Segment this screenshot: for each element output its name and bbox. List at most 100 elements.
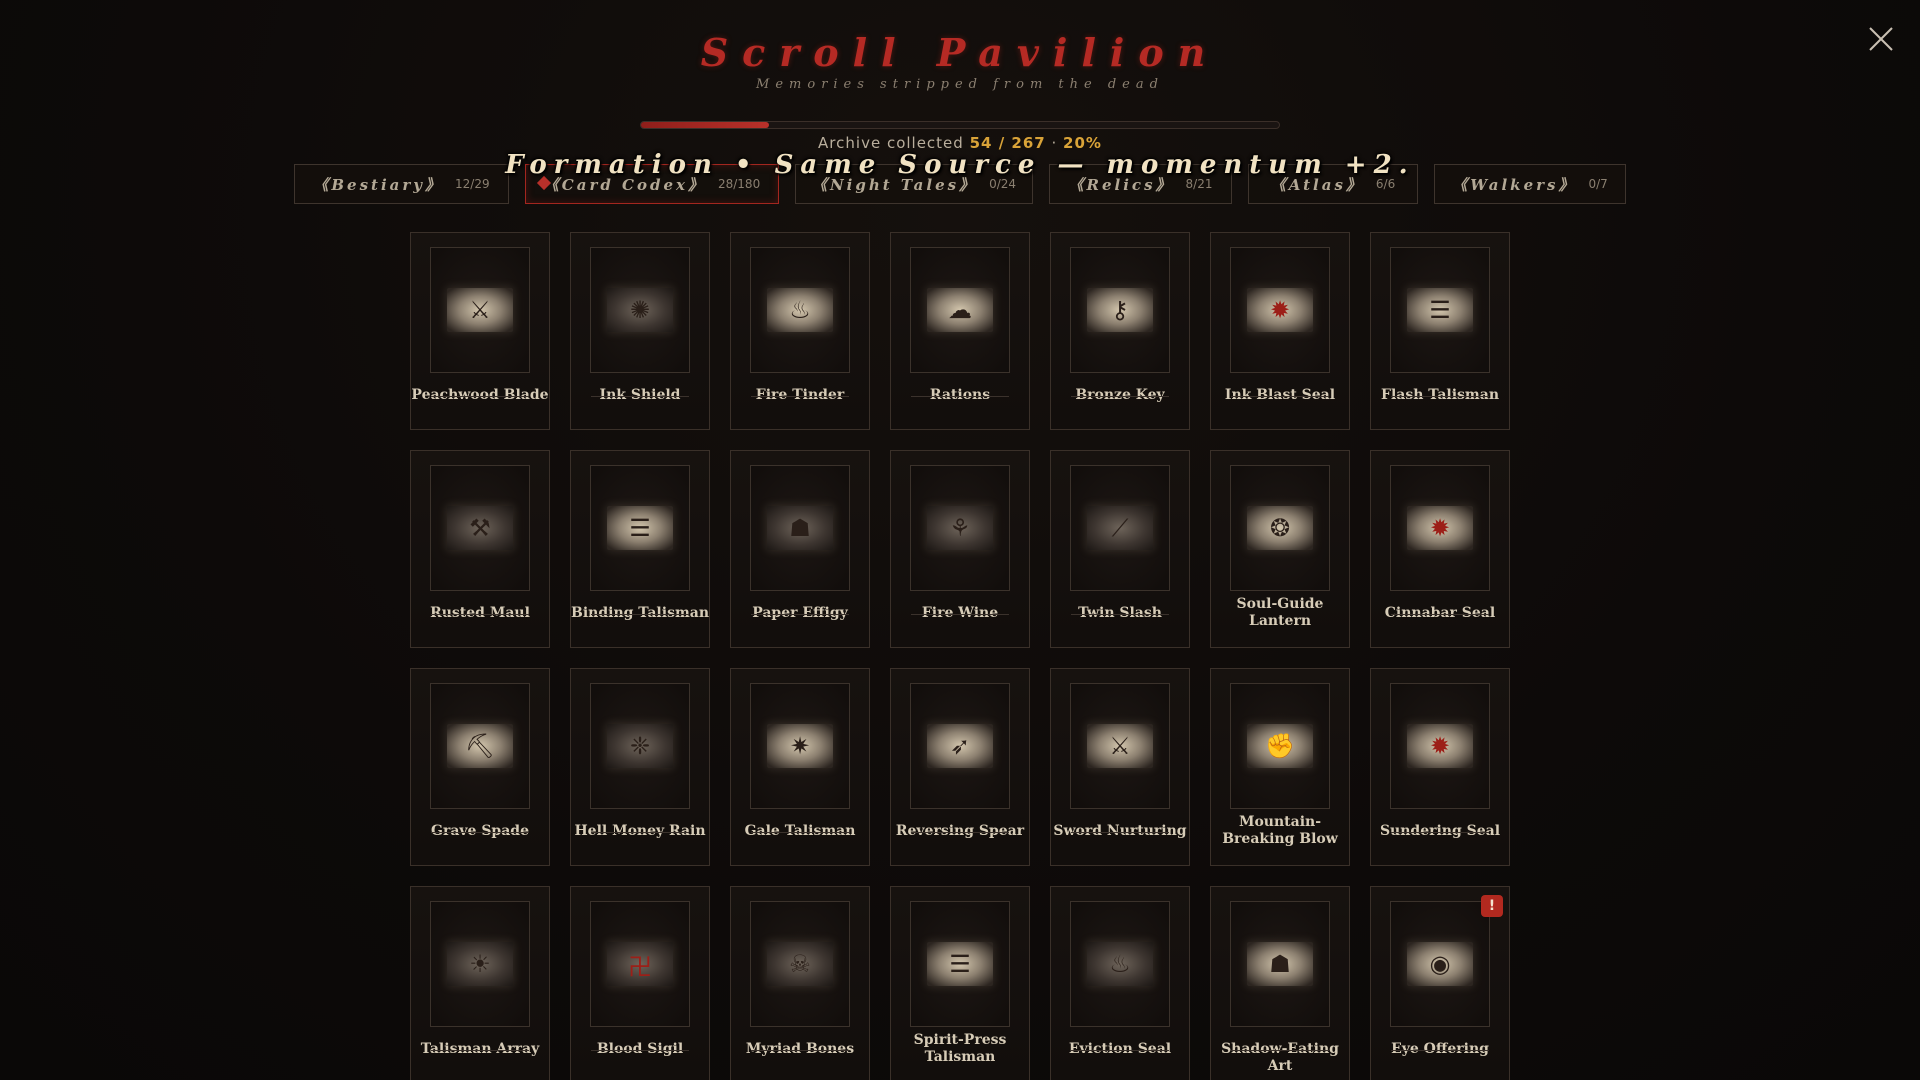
card-art-frame: ☗	[750, 465, 850, 591]
card-name: Soul-Guide Lantern	[1236, 596, 1324, 629]
seal-icon: ✹	[1407, 506, 1473, 550]
card-name-underline	[431, 1050, 529, 1051]
card-name-underline	[1231, 396, 1329, 397]
card-item[interactable]: ⛏ Grave Spade	[410, 668, 550, 866]
maul-icon: ⚒	[447, 506, 513, 550]
wine-icon: ⚘	[927, 506, 993, 550]
card-item[interactable]: ✹ Sundering Seal	[1370, 668, 1510, 866]
category-tabs: 《Bestiary》 12/29 《Card Codex》 28/180 《Ni…	[0, 164, 1920, 204]
card-name-underline	[1391, 614, 1489, 615]
card-item[interactable]: ☗ Shadow-Eating Art	[1210, 886, 1350, 1080]
tab-count: 0/7	[1588, 177, 1608, 191]
tab-label: 《Atlas》	[1270, 175, 1364, 194]
card-item[interactable]: ☗ Paper Effigy	[730, 450, 870, 648]
card-name-underline	[1231, 1050, 1329, 1051]
archive-progress-fill	[641, 122, 769, 128]
tab-atlas[interactable]: 《Atlas》 6/6	[1248, 164, 1418, 204]
archive-total-count: 267	[1011, 134, 1046, 152]
archive-slash: /	[992, 134, 1012, 152]
tab-walkers[interactable]: 《Walkers》 0/7	[1434, 164, 1626, 204]
card-art-frame: ⛏	[430, 683, 530, 809]
archive-percent: 20%	[1063, 134, 1102, 152]
card-item[interactable]: ⚔ Sword Nurturing	[1050, 668, 1190, 866]
card-item[interactable]: ✹ Ink Blast Seal	[1210, 232, 1350, 430]
card-art-frame: ☰	[910, 901, 1010, 1027]
card-name-underline	[911, 614, 1009, 615]
card-name-underline	[1071, 396, 1169, 397]
card-art-frame: ☁	[910, 247, 1010, 373]
talisman-icon: ☰	[1407, 288, 1473, 332]
card-art-frame: ☗	[1230, 901, 1330, 1027]
bones-icon: ☠	[767, 942, 833, 986]
card-item[interactable]: ⚒ Rusted Maul	[410, 450, 550, 648]
talisman-icon: ☰	[607, 506, 673, 550]
tab-count: 28/180	[717, 177, 761, 191]
card-item[interactable]: ✹ Cinnabar Seal	[1370, 450, 1510, 648]
card-item[interactable]: ➶ Reversing Spear	[890, 668, 1030, 866]
card-art-frame: ⚔	[430, 247, 530, 373]
effigy-icon: ☗	[767, 506, 833, 550]
card-art-frame: 卍	[590, 901, 690, 1027]
lantern-icon: ❂	[1247, 506, 1313, 550]
tab-label: 《Bestiary》	[313, 175, 444, 194]
card-item[interactable]: ☠ Myriad Bones	[730, 886, 870, 1080]
card-art-frame: ❂	[1230, 465, 1330, 591]
card-name: Mountain-Breaking Blow	[1222, 814, 1338, 847]
tab-night-tales[interactable]: 《Night Tales》 0/24	[795, 164, 1033, 204]
shadow-icon: ☗	[1247, 942, 1313, 986]
card-item[interactable]: ⚘ Fire Wine	[890, 450, 1030, 648]
fist-icon: ✊	[1247, 724, 1313, 768]
sword-icon: ⚔	[447, 288, 513, 332]
card-item[interactable]: ✺ Ink Shield	[570, 232, 710, 430]
card-item[interactable]: ✷ Gale Talisman	[730, 668, 870, 866]
card-name-underline	[591, 614, 689, 615]
card-item[interactable]: ✊ Mountain-Breaking Blow	[1210, 668, 1350, 866]
sword-icon: ⚔	[1087, 724, 1153, 768]
tab-count: 12/29	[455, 177, 490, 191]
archive-label: Archive collected	[818, 134, 964, 152]
archive-collected-text: Archive collected 54 / 267 · 20%	[0, 134, 1920, 152]
seal-icon: ✹	[1407, 724, 1473, 768]
card-art-frame: ➶	[910, 683, 1010, 809]
card-item[interactable]: ⟋ Twin Slash	[1050, 450, 1190, 648]
array-icon: ☀	[447, 942, 513, 986]
card-item[interactable]: 卍 Blood Sigil	[570, 886, 710, 1080]
card-art-frame: ♨	[1070, 901, 1170, 1027]
card-item[interactable]: ◉ Eye Offering!	[1370, 886, 1510, 1080]
card-item[interactable]: ❈ Hell Money Rain	[570, 668, 710, 866]
card-name-underline	[751, 1050, 849, 1051]
tab-label: 《Night Tales》	[811, 175, 978, 194]
card-item[interactable]: ⚷ Bronze Key	[1050, 232, 1190, 430]
card-item[interactable]: ☰ Flash Talisman	[1370, 232, 1510, 430]
card-art-frame: ⟋	[1070, 465, 1170, 591]
tab-card-codex[interactable]: 《Card Codex》 28/180	[525, 164, 779, 204]
card-name-underline	[431, 396, 529, 397]
card-name-underline	[1071, 832, 1169, 833]
card-art-frame: ✷	[750, 683, 850, 809]
tab-label: 《Walkers》	[1452, 175, 1577, 194]
card-item[interactable]: ❂ Soul-Guide Lantern	[1210, 450, 1350, 648]
card-name-underline	[751, 614, 849, 615]
tab-relics[interactable]: 《Relics》 8/21	[1049, 164, 1232, 204]
card-item[interactable]: ☁ Rations	[890, 232, 1030, 430]
spade-icon: ⛏	[447, 724, 513, 768]
card-name-underline	[1071, 614, 1169, 615]
card-item[interactable]: ☰ Binding Talisman	[570, 450, 710, 648]
card-item[interactable]: ☀ Talisman Array	[410, 886, 550, 1080]
new-badge: !	[1481, 895, 1503, 917]
card-item[interactable]: ♨ Eviction Seal	[1050, 886, 1190, 1080]
card-name-underline	[431, 614, 529, 615]
card-art-frame: ⚔	[1070, 683, 1170, 809]
card-item[interactable]: ☰ Spirit-Press Talisman	[890, 886, 1030, 1080]
eye-icon: ◉	[1407, 942, 1473, 986]
tab-bestiary[interactable]: 《Bestiary》 12/29	[294, 164, 509, 204]
spear-icon: ➶	[927, 724, 993, 768]
card-name-underline	[1071, 1050, 1169, 1051]
tinder-icon: ♨	[767, 288, 833, 332]
card-name-underline	[1391, 1050, 1489, 1051]
card-item[interactable]: ⚔ Peachwood Blade	[410, 232, 550, 430]
card-grid: ⚔ Peachwood Blade ✺ Ink Shield ♨ Fire Tinder ☁…	[410, 232, 1510, 1080]
card-name-underline	[751, 832, 849, 833]
card-item[interactable]: ♨ Fire Tinder	[730, 232, 870, 430]
card-name-underline	[751, 396, 849, 397]
